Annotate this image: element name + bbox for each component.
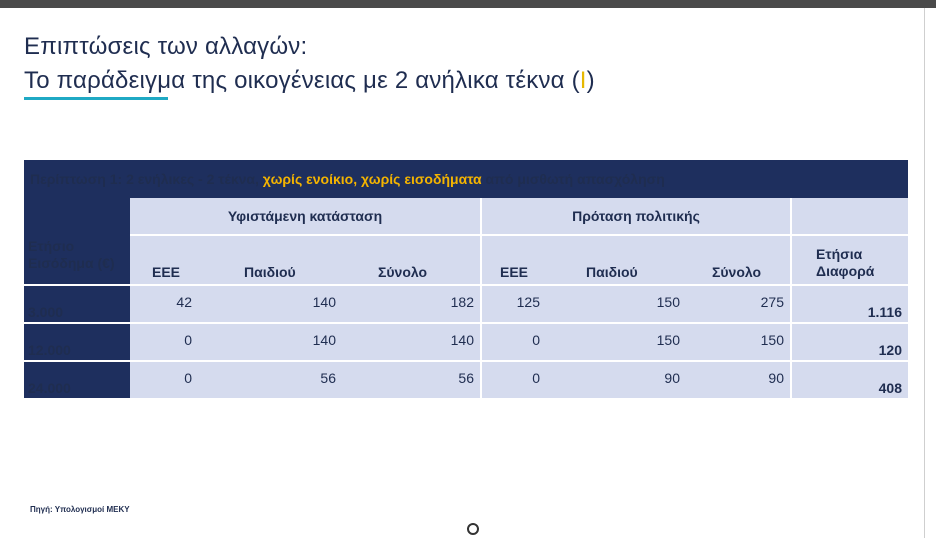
row-income: 24.000: [24, 362, 130, 400]
col-header-proposal-eee: ΕΕΕ: [482, 236, 546, 286]
cursor-circle-icon: [467, 523, 479, 535]
cell-proposal-total: 90: [686, 362, 792, 400]
header-corner: [24, 198, 130, 236]
cell-current-total: 182: [342, 286, 482, 324]
slide-title: Επιπτώσεις των αλλαγών: Το παράδειγμα τη…: [24, 30, 595, 98]
table-caption: Περίπτωση 1: 2 ενήλικες - 2 τέκνα, χωρίς…: [24, 160, 908, 198]
cell-proposal-total: 150: [686, 324, 792, 362]
cell-current-child: 140: [198, 324, 342, 362]
cell-annual-diff: 1.116: [792, 286, 908, 324]
col-header-current-eee: ΕΕΕ: [130, 236, 198, 286]
row-income: 3.000: [24, 286, 130, 324]
cell-proposal-child: 150: [546, 286, 686, 324]
table-row: 12.000 0 140 140 0 150 150 120: [24, 324, 908, 362]
cell-annual-diff: 120: [792, 324, 908, 362]
table-row: 3.000 42 140 182 125 150 275 1.116: [24, 286, 908, 324]
cell-proposal-total: 275: [686, 286, 792, 324]
cell-current-eee: 42: [130, 286, 198, 324]
col-header-proposal-total: Σύνολο: [686, 236, 792, 286]
cell-current-total: 56: [342, 362, 482, 400]
cell-current-child: 140: [198, 286, 342, 324]
title-line-1: Επιπτώσεις των αλλαγών:: [24, 33, 308, 60]
cell-annual-diff: 408: [792, 362, 908, 400]
col-header-proposal-child: Παιδιού: [546, 236, 686, 286]
cell-current-total: 140: [342, 324, 482, 362]
cell-current-eee: 0: [130, 362, 198, 400]
col-header-current-child: Παιδιού: [198, 236, 342, 286]
cell-proposal-eee: 0: [482, 362, 546, 400]
caption-highlight: χωρίς ενοίκιο, χωρίς εισοδήματα: [262, 171, 482, 187]
group-header-current: Υφιστάμενη κατάσταση: [130, 198, 482, 236]
slide-border: [924, 8, 925, 538]
top-bar: [0, 0, 936, 8]
title-underline: [24, 97, 168, 100]
cell-proposal-child: 90: [546, 362, 686, 400]
cell-proposal-child: 150: [546, 324, 686, 362]
table-row: 24.000 0 56 56 0 90 90 408: [24, 362, 908, 400]
cell-proposal-eee: 0: [482, 324, 546, 362]
cell-proposal-eee: 125: [482, 286, 546, 324]
title-line-2: Το παράδειγμα της οικογένειας με 2 ανήλι…: [24, 67, 595, 94]
comparison-table: Περίπτωση 1: 2 ενήλικες - 2 τέκνα, χωρίς…: [24, 160, 908, 400]
row-header-income: Ετήσιο Εισόδημα (€): [24, 236, 130, 286]
group-header-empty: [792, 198, 908, 236]
title-mark: I: [579, 67, 587, 94]
group-header-proposal: Πρόταση πολιτικής: [482, 198, 792, 236]
cell-current-child: 56: [198, 362, 342, 400]
col-header-current-total: Σύνολο: [342, 236, 482, 286]
col-header-annual-diff: Ετήσια Διαφορά: [792, 236, 908, 286]
row-income: 12.000: [24, 324, 130, 362]
cell-current-eee: 0: [130, 324, 198, 362]
source-note: Πηγή: Υπολογισμοί ΜΕΚΥ: [30, 505, 130, 514]
